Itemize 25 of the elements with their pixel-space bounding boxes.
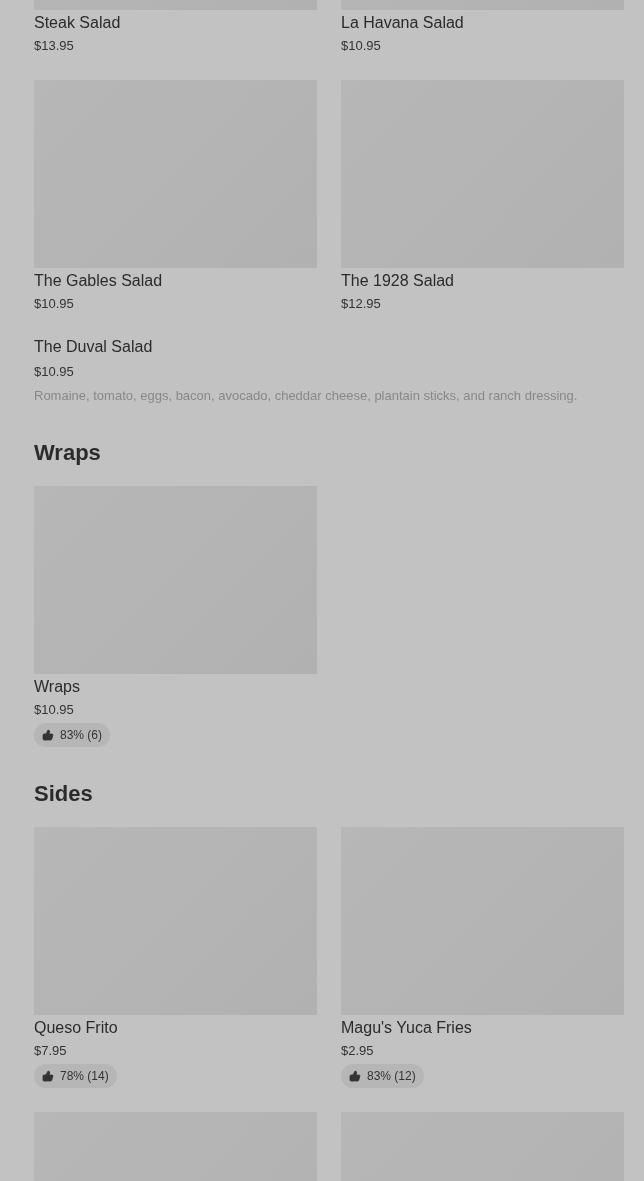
item-price: $7.95: [34, 1042, 68, 1060]
rating-text: 78% (14): [60, 1068, 109, 1085]
section-heading: Wraps: [34, 439, 102, 467]
item-description: Romaine, tomato, eggs, bacon, avocado, cheddar cheese, plantain sticks, and ranch dressing.: [34, 387, 579, 405]
thumbs-up-icon: [42, 1070, 54, 1082]
item-name[interactable]: Wraps: [34, 676, 317, 698]
item-name[interactable]: The 1928 Salad: [341, 270, 624, 292]
item-name[interactable]: La Havana Salad: [341, 12, 624, 34]
item-price: $10.95: [341, 37, 382, 55]
item-name[interactable]: Queso Frito: [34, 1017, 317, 1039]
item-price: $12.95: [341, 295, 382, 313]
item-price: $10.95: [34, 363, 75, 381]
item-name[interactable]: Magu's Yuca Fries: [341, 1017, 624, 1039]
item-price: $2.95: [341, 1042, 375, 1060]
item-name[interactable]: The Duval Salad: [34, 336, 624, 358]
section-heading: Sides: [34, 780, 94, 808]
rating-text: 83% (12): [367, 1068, 416, 1085]
thumbs-up-icon: [42, 729, 54, 741]
item-name[interactable]: The Gables Salad: [34, 270, 317, 292]
item-name[interactable]: Steak Salad: [34, 12, 317, 34]
rating-text: 83% (6): [60, 727, 103, 744]
thumbs-up-icon: [349, 1070, 361, 1082]
item-price: $10.95: [34, 701, 75, 719]
item-price: $10.95: [34, 295, 75, 313]
item-price: $13.95: [34, 37, 75, 55]
